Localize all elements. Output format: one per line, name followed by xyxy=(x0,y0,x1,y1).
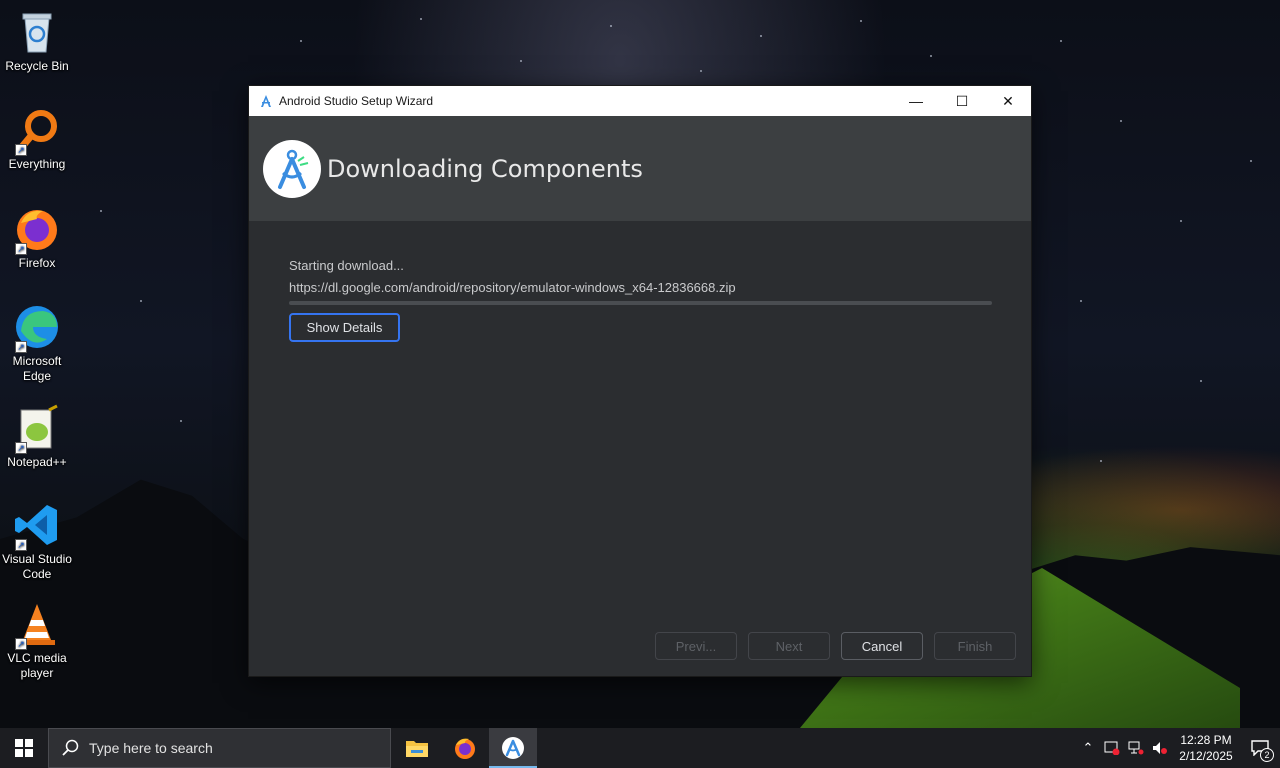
desktop-icon-label: Everything xyxy=(8,157,66,171)
next-button[interactable]: Next xyxy=(748,632,830,660)
finish-button[interactable]: Finish xyxy=(934,632,1016,660)
desktop-icon-edge[interactable]: ↗ Microsoft Edge xyxy=(0,303,74,384)
notification-count-badge: 2 xyxy=(1260,748,1274,762)
desktop-icon-label: Recycle Bin xyxy=(5,59,69,73)
desktop-icon-notepadpp[interactable]: ↗ Notepad++ xyxy=(0,404,74,470)
notepadpp-icon: ↗ xyxy=(13,404,61,454)
android-studio-icon xyxy=(259,94,273,108)
wizard-footer: Previ... Next Cancel Finish xyxy=(655,632,1016,660)
firefox-icon: ↗ xyxy=(13,205,61,255)
clock-date: 2/12/2025 xyxy=(1179,749,1233,763)
taskbar-search-box[interactable]: Type here to search xyxy=(48,728,391,768)
shortcut-arrow-icon: ↗ xyxy=(15,539,27,551)
desktop-icon-vlc[interactable]: ↗ VLC media player xyxy=(0,600,74,681)
folder-icon xyxy=(406,741,428,757)
vscode-icon: ↗ xyxy=(13,501,61,551)
taskbar-android-studio[interactable] xyxy=(489,728,537,768)
volume-muted-icon[interactable] xyxy=(1148,728,1172,768)
wizard-header: Downloading Components xyxy=(249,116,1031,221)
clock-time: 12:28 PM xyxy=(1180,733,1232,747)
setup-wizard-window: Android Studio Setup Wizard — ☐ ✕ Downlo… xyxy=(248,85,1032,677)
close-button[interactable]: ✕ xyxy=(985,86,1031,116)
cancel-button[interactable]: Cancel xyxy=(841,632,923,660)
desktop-icon-everything[interactable]: ↗ Everything xyxy=(0,106,74,172)
page-title: Downloading Components xyxy=(327,154,643,183)
download-progress-bar xyxy=(289,301,992,305)
shortcut-arrow-icon: ↗ xyxy=(15,638,27,650)
start-button[interactable] xyxy=(0,728,48,768)
window-titlebar[interactable]: Android Studio Setup Wizard — ☐ ✕ xyxy=(249,86,1031,116)
everything-search-icon: ↗ xyxy=(13,106,61,156)
vlc-icon: ↗ xyxy=(13,600,61,650)
chevron-up-icon[interactable]: ⌃ xyxy=(1076,728,1100,768)
desktop-icon-firefox[interactable]: ↗ Firefox xyxy=(0,205,74,271)
firefox-icon xyxy=(455,738,475,759)
download-status-text: Starting download... xyxy=(289,258,404,273)
shortcut-arrow-icon: ↗ xyxy=(15,341,27,353)
show-details-button[interactable]: Show Details xyxy=(289,313,400,342)
taskbar-firefox[interactable] xyxy=(441,728,489,768)
taskbar: Type here to search ⌃ 12:28 PM 2/12/2025… xyxy=(0,728,1280,768)
desktop-icon-label: Firefox xyxy=(18,256,56,270)
maximize-button[interactable]: ☐ xyxy=(939,86,985,116)
shortcut-arrow-icon: ↗ xyxy=(15,243,27,255)
taskbar-file-explorer[interactable] xyxy=(393,728,441,768)
minimize-button[interactable]: — xyxy=(893,86,939,116)
desktop-icon-label: Notepad++ xyxy=(7,455,67,469)
action-center-button[interactable]: 2 xyxy=(1240,728,1280,768)
android-studio-logo-icon xyxy=(263,139,321,198)
shortcut-arrow-icon: ↗ xyxy=(15,442,27,454)
network-icon[interactable] xyxy=(1124,728,1148,768)
download-url-text: https://dl.google.com/android/repository… xyxy=(289,280,736,295)
tray-app-icon[interactable] xyxy=(1100,728,1124,768)
desktop-icon-label: Visual Studio Code xyxy=(2,552,72,581)
wizard-content: Starting download... https://dl.google.c… xyxy=(289,258,992,342)
desktop-icon-vscode[interactable]: ↗ Visual Studio Code xyxy=(0,501,74,582)
shortcut-arrow-icon: ↗ xyxy=(15,144,27,156)
search-placeholder: Type here to search xyxy=(89,740,213,756)
recycle-bin-icon xyxy=(13,8,61,56)
taskbar-clock[interactable]: 12:28 PM 2/12/2025 xyxy=(1172,732,1240,764)
edge-icon: ↗ xyxy=(13,303,61,353)
desktop-icon-label: Microsoft Edge xyxy=(12,354,62,383)
window-title: Android Studio Setup Wizard xyxy=(279,94,434,108)
desktop-icon-recycle-bin[interactable]: Recycle Bin xyxy=(0,8,74,74)
system-tray: ⌃ 12:28 PM 2/12/2025 2 xyxy=(1076,728,1280,768)
windows-logo-icon xyxy=(15,739,33,757)
android-studio-icon xyxy=(502,737,524,759)
desktop-icon-label: VLC media player xyxy=(7,651,67,680)
previous-button[interactable]: Previ... xyxy=(655,632,737,660)
search-icon xyxy=(62,739,79,756)
